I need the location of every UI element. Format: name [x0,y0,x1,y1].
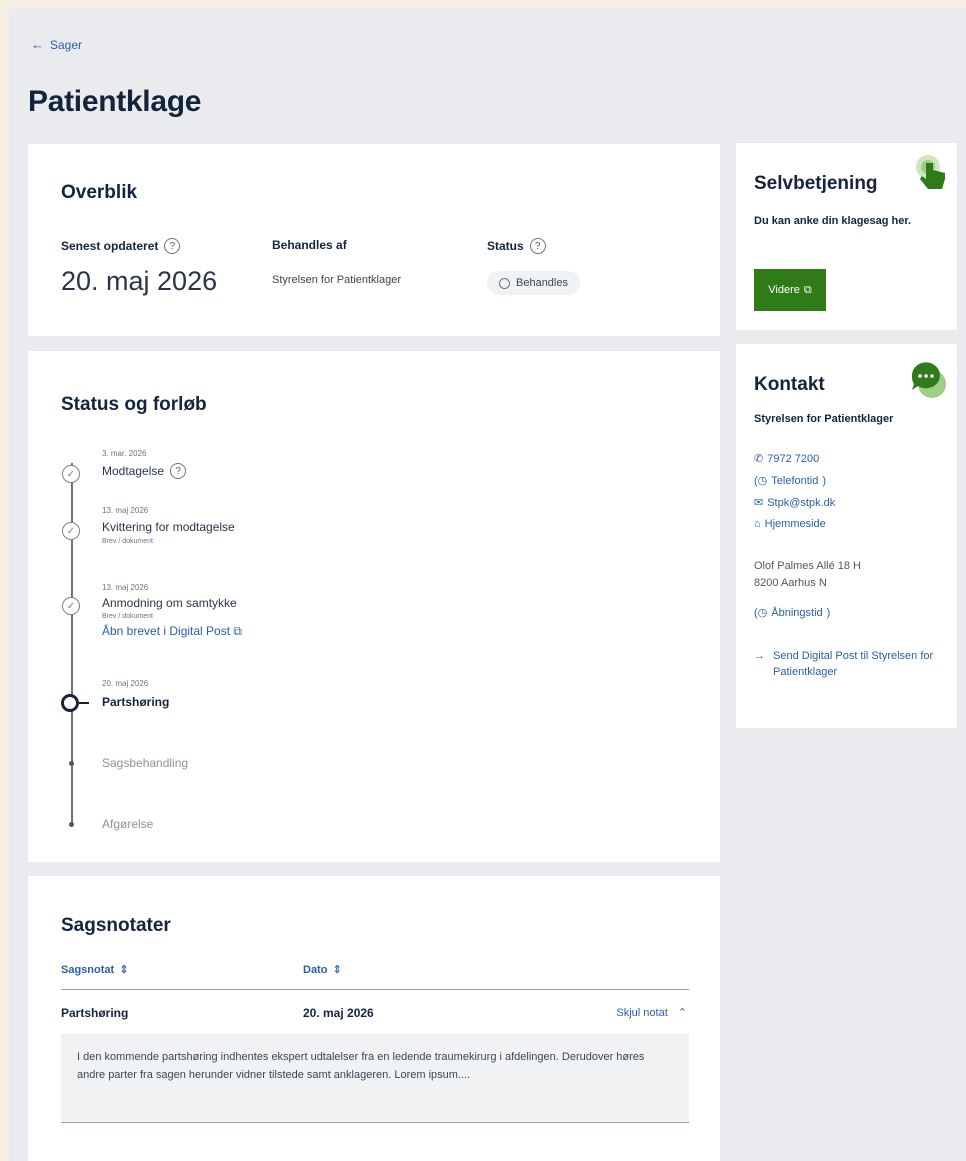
handled-value: Styrelsen for Patientklager [272,274,402,286]
timeline-step-label-row: Modtagelse ? [102,463,187,479]
phone-hours-label: Telefontid [771,474,819,487]
column-header-date-label: Dato [303,963,328,976]
overview-card: Overblik Senest opdateret ? 20. maj 2026… [28,144,720,336]
paren-close: ) [826,606,831,619]
column-header-date[interactable]: Dato ⇕ [303,963,342,977]
website-label: Hjemmeside [764,518,826,530]
clock-icon [499,277,510,289]
toggle-note-button[interactable]: Skjul notat ⌃ [616,1006,687,1020]
back-link-label: Sager [50,37,83,52]
sort-icon: ⇕ [332,964,342,976]
updated-value: 20. maj 2026 [61,266,218,296]
current-step-icon [61,694,79,712]
check-icon: ✓ [62,597,80,615]
sort-icon: ⇕ [119,964,129,976]
timeline-line [71,463,73,823]
timeline-step-date: 3. mar. 2026 [102,449,147,458]
table-divider [61,1122,689,1123]
status-badge: Behandles [487,271,580,295]
current-step-connector [79,702,89,704]
address-line1: Olof Palmes Allé 18 H [754,560,861,572]
phone-link[interactable]: ✆ 7972 7200 [754,452,820,466]
note-title: Partshøring [61,1006,129,1020]
open-digital-post-label: Åbn brevet i Digital Post [102,624,231,638]
note-date: 20. maj 2026 [303,1006,374,1020]
timeline-step-label: Anmodning om samtykke [102,596,237,610]
selfservice-description: Du kan anke din klagesag her. [754,215,912,227]
back-link[interactable]: ← Sager [31,37,82,52]
timeline-step-sub: Brev / dokument [102,538,153,545]
chevron-up-icon: ⌃ [677,1007,687,1019]
handled-label: Behandles af [272,238,347,252]
arrow-right-icon: → [754,650,765,662]
clock-icon: (◷ [754,475,768,487]
overview-handled: Behandles af Styrelsen for Patientklager [272,238,401,286]
send-digital-post-label: Send Digital Post til Styrelsen for Pati… [773,650,934,678]
help-icon[interactable]: ? [164,238,181,254]
timeline-step-label: Afgørelse [102,817,154,831]
status-label-row: Status ? [487,238,580,254]
external-link-icon: ⧉ [233,624,242,638]
arrow-left-icon: ← [31,37,44,52]
timeline-card: Status og forløb 3. mar. 2026 ✓ Modtagel… [28,351,720,862]
overview-status: Status ? Behandles [487,238,580,295]
updated-label: Senest opdateret [61,239,159,253]
selfservice-heading: Selvbetjening [754,173,878,194]
address: Olof Palmes Allé 18 H 8200 Aarhus N [754,558,861,592]
timeline-step-label: Partshøring [102,695,170,709]
timeline-step-date: 20. maj 2026 [102,679,149,688]
page-title: Patientklage [28,85,202,118]
external-link-icon: ⧉ [803,283,812,296]
contact-card: Kontakt Styrelsen for Patientklager ✆ 79… [736,344,957,728]
phone-hours-link[interactable]: (◷ Telefontid ) [754,474,827,488]
continue-button-label: Videre [768,284,800,296]
chat-icon [911,362,946,398]
timeline-step-date: 13. maj 2026 [102,583,149,592]
phone-number: 7972 7200 [767,452,820,465]
timeline-step-label: Modtagelse [102,464,165,478]
status-badge-label: Behandles [516,277,568,289]
paren-close: ) [822,474,827,487]
note-body: I den kommende partshøring indhentes eks… [61,1034,689,1122]
notes-card: Sagsnotater Sagsnotat ⇕ Dato ⇕ Partshøri… [28,876,720,1161]
table-divider [61,989,689,990]
continue-button[interactable]: Videre ⧉ [754,269,826,311]
overview-updated: Senest opdateret ? 20. maj 2026 [61,238,217,297]
phone-icon: ✆ [754,453,764,465]
column-header-note-label: Sagsnotat [61,963,115,976]
open-digital-post-link[interactable]: Åbn brevet i Digital Post ⧉ [102,624,242,639]
timeline-step-label: Sagsbehandling [102,756,189,770]
check-icon: ✓ [62,522,80,540]
timeline-step-sub: Brev / dokument [102,613,153,620]
status-label: Status [487,239,524,253]
send-digital-post-link[interactable]: → Send Digital Post til Styrelsen for Pa… [754,648,944,680]
contact-organization: Styrelsen for Patientklager [754,413,894,425]
step-dot-icon [69,822,74,827]
clock-icon: (◷ [754,607,768,619]
email-address: Stpk@stpk.dk [767,496,836,509]
help-icon[interactable]: ? [170,463,187,479]
step-dot-icon [69,761,74,766]
timeline-step-date: 13. maj 2026 [102,506,149,515]
notes-heading: Sagsnotater [61,915,171,936]
column-header-note[interactable]: Sagsnotat ⇕ [61,963,129,977]
updated-label-row: Senest opdateret ? [61,238,217,254]
touch-icon [916,155,945,189]
timeline-step-label: Kvittering for modtagelse [102,520,235,534]
email-link[interactable]: ✉ Stpk@stpk.dk [754,496,836,510]
toggle-note-label: Skjul notat [616,1006,668,1019]
address-line2: 8200 Aarhus N [754,577,827,589]
envelope-icon: ✉ [754,497,764,509]
help-icon[interactable]: ? [529,238,546,254]
opening-hours-label: Åbningstid [771,606,823,619]
opening-hours-link[interactable]: (◷ Åbningstid ) [754,606,831,620]
home-icon: ⌂ [754,518,761,530]
timeline-heading: Status og forløb [61,394,207,415]
contact-heading: Kontakt [754,374,825,395]
website-link[interactable]: ⌂ Hjemmeside [754,518,826,530]
check-icon: ✓ [62,465,80,483]
page: ← Sager Patientklage Overblik Senest opd… [9,9,966,1161]
overview-heading: Overblik [61,182,138,203]
selfservice-card: Selvbetjening Du kan anke din klagesag h… [736,143,957,330]
